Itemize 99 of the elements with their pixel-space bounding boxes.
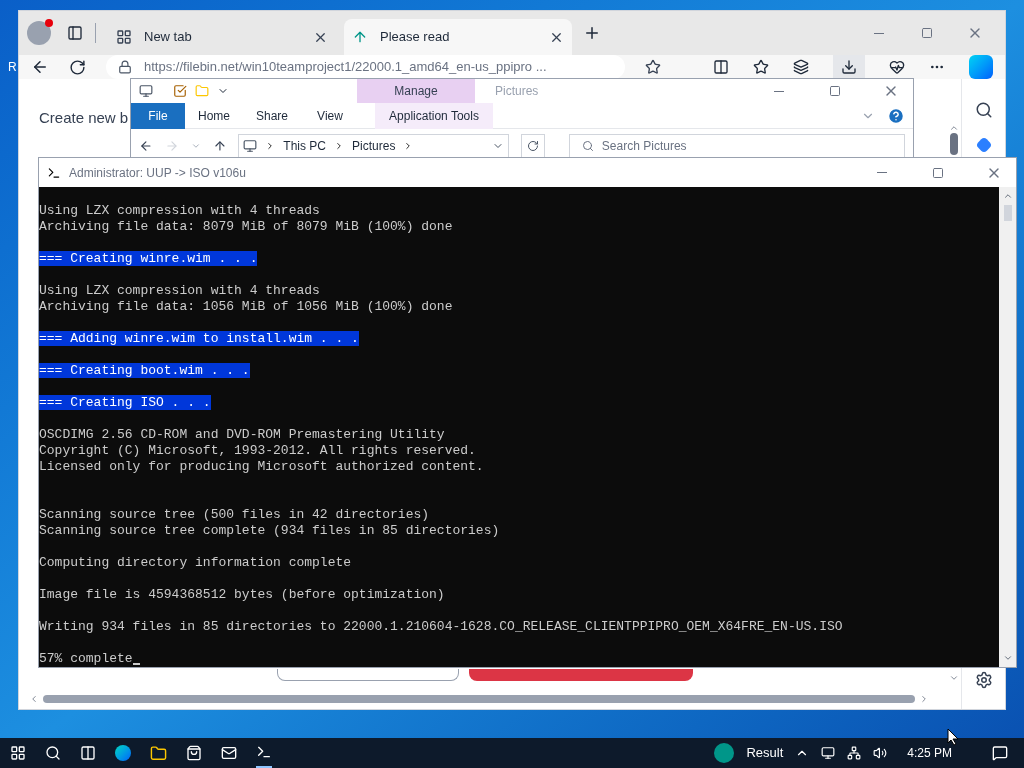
back-button[interactable] bbox=[31, 58, 49, 76]
console-line: Using LZX compression with 4 threads bbox=[39, 203, 320, 218]
plus-icon bbox=[583, 24, 601, 42]
mail-button[interactable] bbox=[221, 745, 237, 761]
tab-title: New tab bbox=[144, 28, 193, 47]
browser-tab[interactable]: New tab bbox=[108, 19, 336, 55]
ribbon-tab[interactable]: Share bbox=[243, 102, 301, 129]
heart-pulse-icon bbox=[889, 59, 905, 75]
properties-icon bbox=[173, 84, 187, 98]
ribbon-tab[interactable]: Home bbox=[185, 102, 243, 129]
recent-caret-icon bbox=[190, 141, 201, 151]
ribbon-tab[interactable]: File bbox=[131, 102, 185, 129]
clock[interactable]: 4:25 PM bbox=[907, 744, 952, 762]
bag-icon bbox=[186, 745, 202, 761]
speaker-icon bbox=[873, 746, 888, 760]
settings-icon bbox=[974, 671, 993, 689]
tab-title: Please read bbox=[380, 28, 451, 47]
edge-button[interactable] bbox=[115, 745, 131, 761]
network-icon bbox=[847, 746, 862, 760]
page-heading: Create new b bbox=[39, 108, 129, 128]
console-line: Using LZX compression with 4 threads bbox=[39, 283, 320, 298]
tab-actions-icon bbox=[67, 25, 83, 41]
breadcrumb-item[interactable]: Pictures bbox=[352, 137, 396, 155]
window-title: Administrator: UUP -> ISO v106u bbox=[69, 164, 246, 182]
console-icon bbox=[256, 744, 272, 760]
console-line: 57% complete bbox=[39, 651, 133, 667]
notification-icon bbox=[992, 745, 1008, 761]
download-button[interactable] bbox=[833, 55, 865, 79]
scroll-down-icon bbox=[949, 673, 959, 683]
console-line: OSCDIMG 2.56 CD-ROM and DVD-ROM Premastering Utility bbox=[39, 427, 445, 442]
scroll-down-icon bbox=[1002, 653, 1013, 663]
console-line: Computing directory information complete bbox=[39, 555, 352, 570]
search-button[interactable] bbox=[45, 745, 61, 761]
mouse-pointer bbox=[947, 728, 959, 746]
back-icon bbox=[31, 58, 49, 76]
device-icon bbox=[821, 746, 836, 760]
address-bar[interactable]: https://filebin.net/win10teamproject1/22000.1_amd64_en-us_ppipro ... bbox=[106, 55, 626, 79]
scroll-thumb[interactable] bbox=[1003, 205, 1012, 221]
pc-icon bbox=[243, 139, 258, 153]
folder-icon bbox=[150, 744, 167, 762]
maximize-icon bbox=[829, 85, 841, 97]
page-icon bbox=[116, 29, 132, 45]
lock-icon bbox=[118, 60, 132, 74]
console-line: Scanning source tree (500 files in 42 directories) bbox=[39, 507, 430, 522]
console-line: Scanning source tree complete (934 files in 85 directories) bbox=[39, 523, 500, 538]
browser-tab[interactable]: Please read bbox=[344, 19, 572, 55]
maximize-icon bbox=[921, 27, 933, 39]
console-scrollbar[interactable] bbox=[999, 187, 1016, 667]
desktop-icon-label[interactable]: R bbox=[8, 58, 17, 76]
maximize-icon bbox=[932, 166, 944, 179]
help-icon[interactable] bbox=[887, 106, 905, 125]
forward-icon bbox=[164, 139, 179, 153]
download-icon bbox=[841, 59, 857, 75]
url-text: https://filebin.net/win10teamproject1/22000.1_amd64_en-us_ppipro ... bbox=[144, 58, 547, 77]
task-view-button[interactable] bbox=[80, 745, 96, 761]
console-line: Image file is 4594368512 bytes (before optimization) bbox=[39, 587, 445, 602]
horizontal-scrollbar[interactable] bbox=[29, 694, 929, 704]
minimize-icon bbox=[877, 172, 887, 173]
scroll-up-icon bbox=[949, 123, 959, 133]
console-icon bbox=[47, 165, 61, 180]
context-tab-label: Manage bbox=[394, 83, 438, 100]
collections-icon bbox=[793, 59, 809, 75]
console-line: Licensed only for producing Microsoft authorized content. bbox=[39, 459, 484, 474]
folder-icon bbox=[195, 84, 209, 98]
back-icon bbox=[139, 139, 153, 153]
secondary-button[interactable] bbox=[277, 669, 459, 681]
favorites-icon bbox=[753, 59, 769, 75]
search-input[interactable]: Search Pictures bbox=[601, 137, 892, 155]
breadcrumb-item[interactable]: This PC bbox=[283, 137, 327, 155]
refresh-icon bbox=[527, 140, 539, 152]
console-line: Copyright (C) Microsoft, 1993-2012. All rights reserved. bbox=[39, 443, 476, 458]
split-screen-icon bbox=[713, 59, 729, 75]
console-line: Archiving file data: 1056 MiB of 1056 MiB (100%) done bbox=[39, 299, 453, 314]
minimize-icon bbox=[874, 32, 884, 34]
ribbon-tab[interactable]: Application Tools bbox=[375, 102, 493, 129]
search-icon bbox=[974, 101, 993, 119]
ribbon-tab[interactable]: View bbox=[301, 102, 359, 129]
star-icon bbox=[645, 59, 661, 75]
task-view-icon bbox=[80, 745, 96, 761]
tray-label[interactable]: Result bbox=[746, 743, 784, 763]
mail-icon bbox=[221, 745, 237, 761]
file-explorer-button[interactable] bbox=[150, 744, 167, 762]
console-line: Writing 934 files in 85 directories to 22000.1.210604-1628.CO_RELEASE_CLIENTPPIPRO_OEM_X64FRE_EN-US.ISO bbox=[39, 619, 843, 634]
up-icon bbox=[212, 139, 227, 153]
search-icon bbox=[45, 745, 61, 761]
reload-button[interactable] bbox=[69, 58, 86, 76]
scroll-right-icon bbox=[919, 694, 929, 704]
profile-avatar[interactable] bbox=[27, 21, 51, 45]
store-button[interactable] bbox=[186, 745, 202, 761]
scroll-left-icon bbox=[29, 694, 39, 704]
vertical-scrollbar[interactable] bbox=[949, 123, 959, 157]
minimize-icon bbox=[774, 90, 784, 92]
window-title: Pictures bbox=[495, 83, 539, 100]
scroll-up-icon bbox=[1002, 191, 1013, 201]
console-line: Archiving file data: 8079 MiB of 8079 MiB (100%) done bbox=[39, 219, 453, 234]
text-cursor bbox=[132, 663, 140, 665]
explorer-icon bbox=[139, 84, 153, 98]
search-icon bbox=[581, 140, 594, 152]
reload-icon bbox=[69, 58, 86, 76]
